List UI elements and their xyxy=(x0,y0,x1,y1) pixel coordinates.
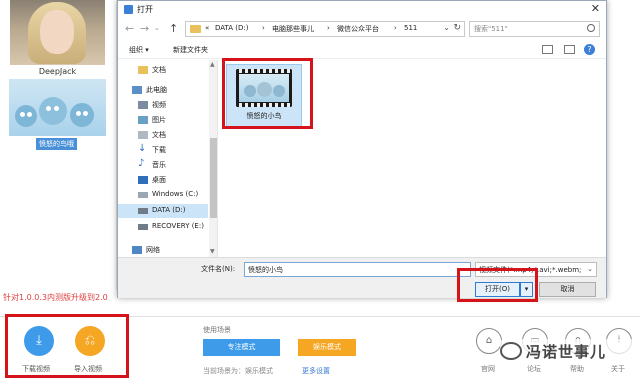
sidebar-item-pictures[interactable]: 图片 xyxy=(118,113,208,127)
wechat-icon xyxy=(500,342,522,360)
back-arrow-icon[interactable]: ← xyxy=(125,22,134,35)
drive-icon xyxy=(138,192,148,198)
video-caption[interactable]: 愤怒的鸟哦 xyxy=(36,138,77,150)
documents-folder-icon xyxy=(138,131,148,139)
download-video-label: 下载视频 xyxy=(22,365,50,373)
sidebar-item-desktop[interactable]: 桌面 xyxy=(118,173,208,187)
drive-icon xyxy=(138,224,148,230)
dialog-app-icon xyxy=(124,5,133,14)
home-icon[interactable]: ⌂ xyxy=(476,328,502,354)
search-input[interactable]: 搜索"511" xyxy=(469,21,600,37)
cancel-button[interactable]: 取消 xyxy=(539,282,596,297)
sidebar-item-windows-c[interactable]: Windows (C:) xyxy=(118,188,208,202)
network-icon xyxy=(132,246,142,254)
open-file-dialog: 打开 ✕ ← → ⌄ ↑ « DATA (D:) › 电脑那些事儿 › 微信公众… xyxy=(117,0,607,298)
sidebar-item-data-d[interactable]: DATA (D:) xyxy=(118,204,208,218)
entertainment-mode-button[interactable]: 娱乐模式 xyxy=(298,339,356,356)
breadcrumb-data-drive[interactable]: DATA (D:) xyxy=(215,24,248,32)
nav-label-forum: 论坛 xyxy=(527,365,541,373)
user-name: DeepJack xyxy=(38,67,77,76)
sidebar-item-documents-shortcut[interactable]: 文档 xyxy=(118,63,208,77)
desktop-icon xyxy=(138,176,148,184)
download-icon: ↓ xyxy=(138,143,147,154)
filename-label: 文件名(N): xyxy=(201,265,236,273)
breadcrumb-folder-1[interactable]: 电脑那些事儿 xyxy=(272,24,314,34)
scroll-down-icon[interactable]: ▼ xyxy=(210,248,215,255)
breadcrumb-separator[interactable]: › xyxy=(262,24,265,32)
watermark: 冯诺世事儿 xyxy=(500,339,635,365)
breadcrumb-overflow[interactable]: « xyxy=(205,24,209,32)
sidebar-item-videos[interactable]: 视频 xyxy=(118,98,208,112)
nav-label-website: 官网 xyxy=(481,365,495,373)
sidebar-item-music[interactable]: ♪ 音乐 xyxy=(118,158,208,172)
import-icon: ⎌ xyxy=(84,333,96,348)
import-video-label: 导入视频 xyxy=(74,365,102,373)
breadcrumb-separator[interactable]: › xyxy=(394,24,397,32)
highlight-box-open xyxy=(457,268,538,302)
recent-chevron-icon[interactable]: ⌄ xyxy=(154,24,160,32)
breadcrumb-separator[interactable]: › xyxy=(327,24,330,32)
navigation-pane: 文档 此电脑 视频 图片 文档 ↓ 下载 ♪ 音乐 桌面 Windows (C:… xyxy=(118,60,218,257)
dialog-title: 打开 xyxy=(137,5,153,14)
scrollbar-thumb[interactable] xyxy=(210,138,217,218)
dialog-titlebar[interactable]: 打开 ✕ xyxy=(118,1,606,18)
watermark-text: 冯诺世事儿 xyxy=(526,343,607,361)
dialog-toolbar: 组织 ▾ 新建文件夹 ? xyxy=(118,41,606,59)
music-icon: ♪ xyxy=(138,158,145,169)
preview-pane-icon[interactable] xyxy=(564,45,575,54)
drive-icon xyxy=(138,208,148,214)
search-placeholder: 搜索"511" xyxy=(474,25,508,33)
new-folder-button[interactable]: 新建文件夹 xyxy=(173,45,208,55)
up-arrow-icon[interactable]: ↑ xyxy=(169,22,178,35)
address-bar[interactable]: « DATA (D:) › 电脑那些事儿 › 微信公众平台 › 511 ⌄ ↻ xyxy=(185,21,465,37)
address-row: ← → ⌄ ↑ « DATA (D:) › 电脑那些事儿 › 微信公众平台 › … xyxy=(118,19,606,39)
search-icon xyxy=(587,24,595,32)
chevron-down-icon: ⌄ xyxy=(585,265,593,273)
close-icon[interactable]: ✕ xyxy=(591,2,600,15)
upgrade-notice[interactable]: 针对1.0.0.3内测版升级到2.0 xyxy=(3,292,108,303)
highlight-box-file xyxy=(222,58,313,129)
import-video-button[interactable]: ⎌ xyxy=(75,326,105,356)
filename-value: 愤怒的小鸟 xyxy=(248,266,283,274)
view-options-icon[interactable] xyxy=(542,45,553,54)
forward-arrow-icon[interactable]: → xyxy=(140,22,149,35)
help-icon[interactable]: ? xyxy=(584,44,595,55)
refresh-icon[interactable]: ↻ xyxy=(453,23,461,33)
download-video-button[interactable]: ⤓ xyxy=(24,326,54,356)
sidebar-item-documents[interactable]: 文档 xyxy=(118,128,208,142)
nav-label-help: 帮助 xyxy=(570,365,584,373)
folder-icon xyxy=(138,66,148,74)
computer-icon xyxy=(132,86,142,94)
more-settings-link[interactable]: 更多设置 xyxy=(302,366,330,376)
app-left-panel: DeepJack 愤怒的鸟哦 xyxy=(0,0,117,290)
focus-mode-button[interactable]: 专注模式 xyxy=(203,339,280,356)
user-avatar[interactable] xyxy=(10,0,105,65)
nav-label-about: 关于 xyxy=(611,365,625,373)
breadcrumb-folder-2[interactable]: 微信公众平台 xyxy=(337,24,379,34)
current-scene-text: 当前场景为：娱乐模式 xyxy=(203,367,273,375)
sidebar-item-network[interactable]: 网络 xyxy=(118,243,208,257)
navigation-scrollbar[interactable]: ▲ ▼ xyxy=(209,60,217,257)
sidebar-item-downloads[interactable]: ↓ 下载 xyxy=(118,143,208,157)
download-icon: ⤓ xyxy=(36,333,42,348)
sidebar-item-recovery-e[interactable]: RECOVERY (E:) xyxy=(118,220,208,234)
breadcrumb-folder-3[interactable]: 511 xyxy=(404,24,417,32)
organize-menu[interactable]: 组织 ▾ xyxy=(129,45,149,55)
folder-icon xyxy=(190,25,201,33)
sidebar-item-this-pc[interactable]: 此电脑 xyxy=(118,83,208,97)
pictures-folder-icon xyxy=(138,116,148,124)
filename-field[interactable]: 愤怒的小鸟 ⌄ xyxy=(244,262,471,277)
video-thumbnail[interactable] xyxy=(9,79,106,136)
scroll-up-icon[interactable]: ▲ xyxy=(210,61,215,68)
scene-title: 使用场景 xyxy=(203,326,231,334)
video-folder-icon xyxy=(138,101,148,109)
chevron-down-icon[interactable]: ⌄ xyxy=(443,23,450,32)
